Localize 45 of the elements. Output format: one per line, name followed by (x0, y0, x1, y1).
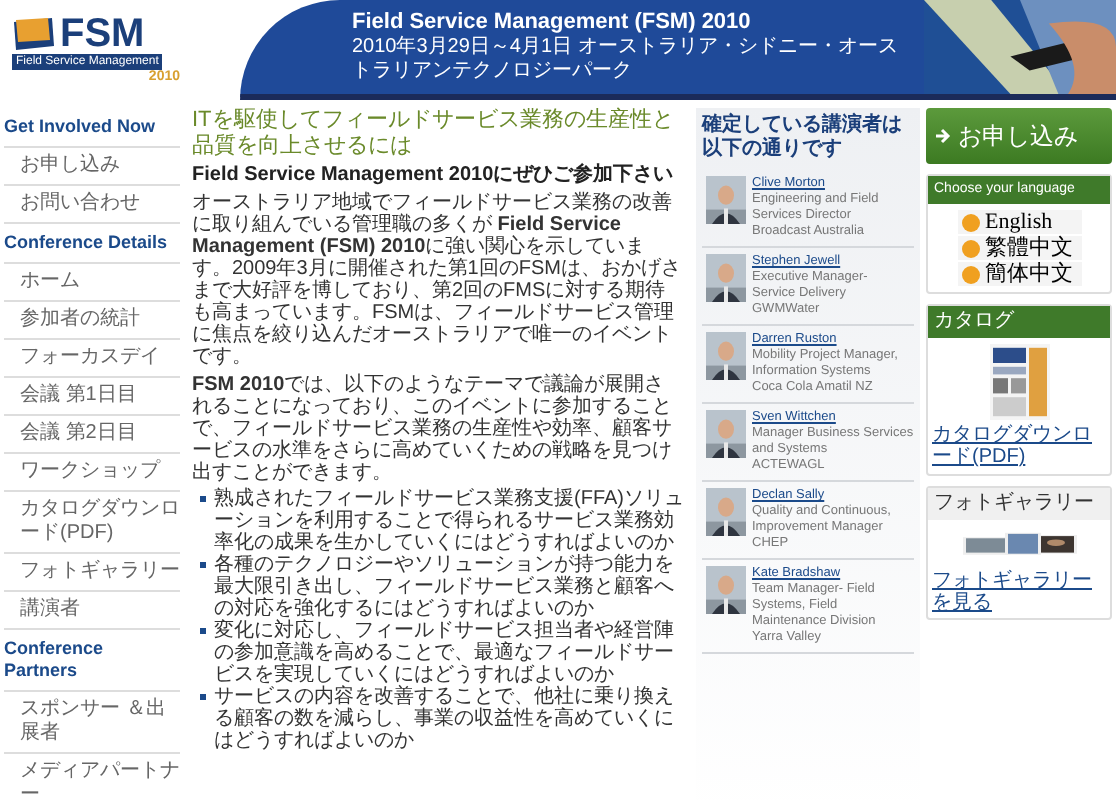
page-subheading: Field Service Management 2010にぜひご参加下さい (192, 164, 676, 186)
nav-heading: Conference Details (4, 224, 180, 264)
paragraph: オーストラリア地域でフィールドサービス業務の改善に取り組んでいる管理職の多くが Field Service Management (FSM) 2010に強い関心を示しています。2009年3月に開催された第1回のFSMは、おかげさまで大好評を博しており、第2回のFMSに対する期待も高まっています。FSMは、フィールドサービス管理に焦点を絞り込んだオーストラリアで唯一のイベントです。 (192, 192, 683, 368)
speakers-heading: 確定している講演者は以下の通りです (702, 114, 904, 162)
dot-icon (961, 239, 979, 257)
nav-link[interactable]: メディアパートナー (4, 754, 180, 800)
bullet-icon (200, 496, 206, 502)
nav-link[interactable]: スポンサー ＆出展者 (4, 692, 180, 754)
nav-link[interactable]: カタログダウンロード(PDF) (4, 492, 180, 554)
catalog-link[interactable]: カタログダウンロード(PDF) (928, 424, 1110, 468)
nav-link[interactable]: お問い合わせ (4, 186, 180, 224)
bullet-text: サービスの内容を改善することで、他社に乗り換える顧客の数を減らし、事業の収益性を高めていくにはどうすればよいのか (214, 686, 676, 752)
bullet-text: 熟成されたフィールドサービス業務支援(FFA)ソリューションを利用することで得られるサービス業務効率化の成果を生かしていくにはどうすればよいのか (214, 488, 684, 554)
nav-link[interactable]: 会議 第1日目 (4, 378, 180, 416)
register-button[interactable]: お申し込み (926, 108, 1112, 164)
logo-text: FSM (60, 14, 145, 54)
language-option[interactable]: English (957, 210, 1081, 234)
language-option[interactable]: 簡体中文 (957, 262, 1081, 286)
banner-title: Field Service Management (FSM) 2010 (352, 10, 753, 36)
folder-icon (12, 16, 56, 52)
arrow-icon (936, 128, 952, 144)
bullet-icon (200, 694, 206, 700)
nav-link[interactable]: 会議 第2日目 (4, 416, 180, 454)
nav-link[interactable]: フォトギャラリー (4, 554, 180, 592)
nav-link[interactable]: 参加者の統計 (4, 302, 180, 340)
banner-subtitle: 2010年3月29日～4月1日 オーストラリア・シドニー・オーストラリアンテクノロジーパーク (352, 36, 900, 84)
dot-icon (961, 213, 979, 231)
bullet-icon (200, 562, 206, 568)
page-heading: ITを駆使してフィールドサービス業務の生産性と品質を向上させるには (192, 108, 676, 160)
dot-icon (961, 265, 979, 283)
nav-link[interactable]: フォーカスデイ (4, 340, 180, 378)
gallery-link[interactable]: フォトギャラリーを見る (928, 570, 1110, 614)
paragraph: FSM 2010では、以下のようなテーマで議論が展開されることになっており、このイベントに参加することで、フィールドサービス業務の生産性や効率、顧客サービスの水準をさらに高めていくための戦略を見つけ出すことができます。 (192, 374, 674, 484)
bullet-icon (200, 628, 206, 634)
nav-link[interactable]: お申し込み (4, 148, 180, 186)
bullet-text: 各種のテクノロジーやソリューションが持つ能力を最大限引き出し、フィールドサービス業務と顧客への対応を強化するにはどうすればよいのか (214, 554, 676, 620)
bullet-text: 変化に対応し、フィールドサービス担当者や経営陣の参加意識を高めることで、最適なフィールドサービスを実現していくにはどうすればよいのか (214, 620, 676, 686)
panel-heading: カタログ (928, 306, 1110, 338)
nav-heading: Conference Partners (4, 630, 180, 692)
nav-heading: Get Involved Now (4, 108, 180, 148)
panel-heading: フォトギャラリー (928, 488, 1110, 520)
nav-link[interactable]: 講演者 (4, 592, 180, 630)
nav-link[interactable]: ワークショップ (4, 454, 180, 492)
language-option[interactable]: 繁體中文 (957, 236, 1081, 260)
nav-link[interactable]: ホーム (4, 264, 180, 302)
